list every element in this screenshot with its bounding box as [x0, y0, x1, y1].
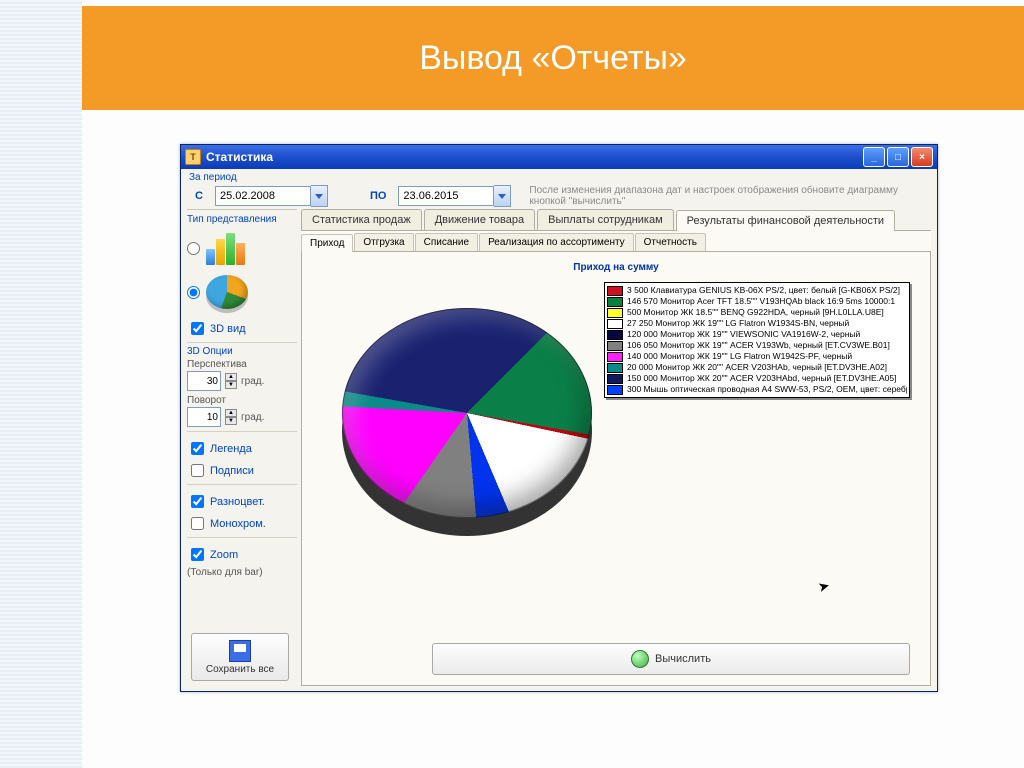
legend-swatch [607, 286, 623, 296]
labels-checkbox[interactable] [191, 464, 204, 477]
sidebar: Тип представления 3D вид 3D Опции Перспе… [187, 209, 297, 578]
legend-label: 150 000 Монитор ЖК 20"" ACER V203HAbd, ч… [627, 373, 897, 384]
cursor-icon: ➤ [816, 577, 832, 596]
sub-tab-3[interactable]: Реализация по ассортименту [479, 233, 634, 251]
legend-label: 146 570 Монитор Acer TFT 18.5"" V193HQAb… [627, 296, 895, 307]
perspective-input[interactable] [187, 371, 221, 391]
multicolor-checkbox-label[interactable]: Разноцвет. [187, 492, 297, 511]
legend-label: 20 000 Монитор ЖК 20"" ACER V203HAb, чер… [627, 362, 887, 373]
chart-area: Приход на сумму 3 500 Клавиатура GENIUS … [301, 252, 931, 686]
slide-title-bar: Вывод «Отчеты» [82, 6, 1024, 110]
bar-chart-radio[interactable] [187, 242, 200, 255]
legend-checkbox-label[interactable]: Легенда [187, 439, 297, 458]
legend-label: 140 000 Монитор ЖК 19"" LG Flatron W1942… [627, 351, 852, 362]
multicolor-checkbox[interactable] [191, 495, 204, 508]
legend-label: 3 500 Клавиатура GENIUS KB-06X PS/2, цве… [627, 285, 900, 296]
legend-row-8: 150 000 Монитор ЖК 20"" ACER V203HAbd, ч… [607, 373, 907, 384]
date-from-dropdown[interactable] [311, 185, 328, 207]
legend-swatch [607, 374, 623, 384]
legend-row-1: 146 570 Монитор Acer TFT 18.5"" V193HQAb… [607, 296, 907, 307]
sub-tab-1[interactable]: Отгрузка [354, 233, 413, 251]
legend-label: 106 050 Монитор ЖК 19"" ACER V193Wb, чер… [627, 340, 890, 351]
date-to-field[interactable] [398, 185, 511, 207]
date-to-input[interactable] [398, 186, 494, 206]
legend-row-3: 27 250 Монитор ЖК 19"" LG Flatron W1934S… [607, 318, 907, 329]
statistics-window: T Статистика _ □ × За период С ПО [180, 144, 938, 692]
date-from-input[interactable] [215, 186, 311, 206]
zoom-checkbox[interactable] [191, 548, 204, 561]
date-to-dropdown[interactable] [494, 185, 511, 207]
pie-chart-radio[interactable] [187, 286, 200, 299]
legend-row-9: 300 Мышь оптическая проводная A4 SWW-53,… [607, 384, 907, 395]
close-button[interactable]: × [911, 147, 933, 167]
calculate-button[interactable]: Вычислить [432, 643, 910, 675]
legend-swatch [607, 341, 623, 351]
legend-row-6: 140 000 Монитор ЖК 19"" LG Flatron W1942… [607, 351, 907, 362]
perspective-stepper[interactable]: ▲▼ [225, 373, 237, 389]
main-tab-1[interactable]: Движение товара [424, 209, 535, 230]
date-from-field[interactable] [215, 185, 328, 207]
legend-swatch [607, 330, 623, 340]
legend-row-2: 500 Монитор ЖК 18.5"" BENQ G922HDA, черн… [607, 307, 907, 318]
legend-swatch [607, 385, 623, 395]
mono-checkbox-label[interactable]: Монохром. [187, 514, 297, 533]
legend-label: 27 250 Монитор ЖК 19"" LG Flatron W1934S… [627, 318, 849, 329]
perspective-label: Перспектива [187, 359, 297, 370]
main-tab-0[interactable]: Статистика продаж [301, 209, 422, 230]
to-label: ПО [364, 190, 392, 202]
slide-title: Вывод «Отчеты» [419, 39, 687, 78]
rotation-label: Поворот [187, 395, 297, 406]
recalc-hint: После изменения диапазона дат и настроек… [529, 185, 929, 207]
labels-checkbox-label[interactable]: Подписи [187, 461, 297, 480]
mono-checkbox[interactable] [191, 517, 204, 530]
sub-tab-2[interactable]: Списание [415, 233, 478, 251]
legend-label: 500 Монитор ЖК 18.5"" BENQ G922HDA, черн… [627, 307, 884, 318]
3d-checkbox-label[interactable]: 3D вид [187, 319, 297, 338]
main-tab-2[interactable]: Выплаты сотрудникам [537, 209, 674, 230]
save-icon [229, 640, 251, 662]
view-type-label: Тип представления [187, 209, 297, 225]
legend-row-7: 20 000 Монитор ЖК 20"" ACER V203HAb, чер… [607, 362, 907, 373]
3d-checkbox[interactable] [191, 322, 204, 335]
zoom-checkbox-label[interactable]: Zoom [187, 545, 297, 564]
rotation-input[interactable] [187, 407, 221, 427]
legend-swatch [607, 363, 623, 373]
3d-options-label: 3D Опции [187, 342, 297, 357]
window-titlebar[interactable]: T Статистика _ □ × [181, 145, 937, 169]
legend: 3 500 Клавиатура GENIUS KB-06X PS/2, цве… [604, 282, 910, 398]
bar-chart-icon [206, 231, 246, 265]
legend-checkbox[interactable] [191, 442, 204, 455]
calculate-icon [631, 650, 649, 668]
legend-swatch [607, 319, 623, 329]
legend-row-5: 106 050 Монитор ЖК 19"" ACER V193Wb, чер… [607, 340, 907, 351]
main-area: Статистика продажДвижение товараВыплаты … [301, 209, 931, 685]
pie-chart [342, 308, 592, 548]
chart-title: Приход на сумму [302, 262, 930, 273]
period-label: За период [189, 172, 929, 183]
main-tab-3[interactable]: Результаты финансовой деятельности [676, 210, 895, 231]
save-all-button[interactable]: Сохранить все [191, 633, 289, 681]
sub-tab-4[interactable]: Отчетность [635, 233, 706, 251]
maximize-button[interactable]: □ [887, 147, 909, 167]
legend-label: 120 000 Монитор ЖК 19"" VIEWSONIC VA1916… [627, 329, 860, 340]
window-title: Статистика [206, 150, 273, 164]
app-icon: T [185, 149, 201, 165]
legend-swatch [607, 352, 623, 362]
sub-tabs: ПриходОтгрузкаСписаниеРеализация по ассо… [301, 231, 931, 252]
main-tabs: Статистика продажДвижение товараВыплаты … [301, 209, 931, 231]
rotation-stepper[interactable]: ▲▼ [225, 409, 237, 425]
slide-left-strip [0, 0, 82, 768]
sub-tab-0[interactable]: Приход [301, 234, 353, 252]
legend-row-0: 3 500 Клавиатура GENIUS KB-06X PS/2, цве… [607, 285, 907, 296]
legend-row-4: 120 000 Монитор ЖК 19"" VIEWSONIC VA1916… [607, 329, 907, 340]
legend-swatch [607, 308, 623, 318]
zoom-note: (Только для bar) [187, 567, 297, 578]
legend-swatch [607, 297, 623, 307]
from-label: С [189, 190, 209, 202]
pie-chart-icon [206, 275, 248, 309]
legend-label: 300 Мышь оптическая проводная A4 SWW-53,… [627, 384, 907, 395]
minimize-button[interactable]: _ [863, 147, 885, 167]
